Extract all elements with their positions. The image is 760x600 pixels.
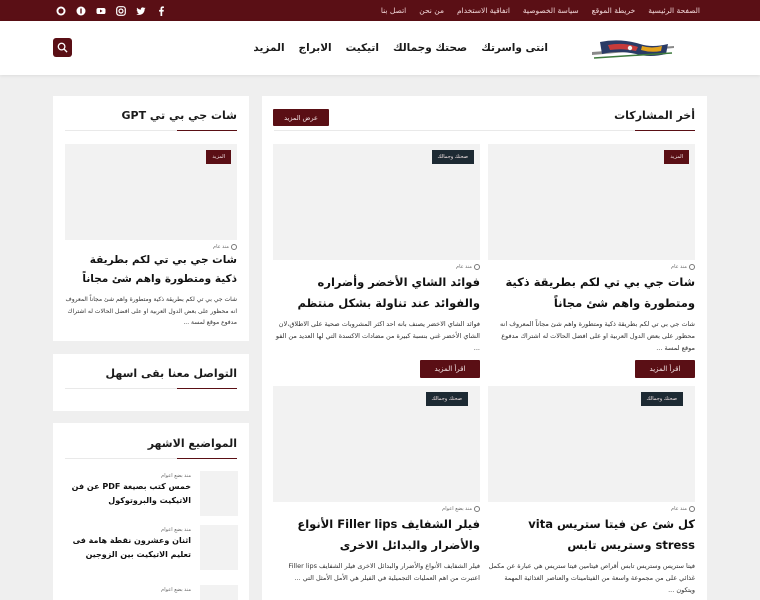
latest-posts-panel: أخر المشاركات عرض المزيد المزيد منذ عام …	[262, 96, 707, 600]
top-link-terms[interactable]: اتفاقية الاستخدام	[457, 6, 510, 15]
post-thumbnail[interactable]: صحتك وجمالك	[488, 386, 695, 502]
section-divider	[65, 388, 237, 389]
social-links	[56, 0, 166, 21]
post-thumbnail[interactable]: صحتك وجمالك	[273, 144, 480, 260]
nav-family[interactable]: انتى واسرتك	[481, 42, 548, 54]
view-more-button[interactable]: عرض المزيد	[273, 109, 329, 126]
widget-title: التواصل معنا بقى اسهل	[105, 367, 237, 380]
post-excerpt: فيلر الشفايف الأنواع والأضرار والبدائل ا…	[288, 562, 480, 582]
section-title: أخر المشاركات	[614, 109, 695, 122]
nav-health-beauty[interactable]: صحتك وجمالك	[393, 42, 467, 54]
post-excerpt: شات جي بي تي لكم بطريقة ذكية ومتطورة واه…	[65, 296, 237, 326]
site-header: انتى واسرتك صحتك وجمالك اتيكيت الابراج ا…	[0, 21, 760, 75]
widget-title: شات جي بي تي GPT	[121, 109, 237, 122]
section-divider	[65, 458, 237, 459]
post-thumbnail[interactable]: المزيد	[488, 144, 695, 260]
post-meta: منذ بضع اعوام	[161, 473, 191, 479]
post-title[interactable]: فيلر الشفايف Filler lips الأنواع والأضرا…	[273, 514, 480, 556]
post-excerpt: فيتا ستريس وستريس تابس أقراص فيتامين فيت…	[488, 562, 695, 594]
search-button[interactable]	[53, 38, 72, 57]
post-meta: منذ عام	[456, 264, 480, 270]
section-divider	[274, 130, 695, 131]
top-bar: الصفحة الرئيسية خريطة الموقع سياسة الخصو…	[0, 0, 760, 21]
post-tag[interactable]: صحتك وجمالك	[431, 150, 474, 164]
top-link-sitemap[interactable]: خريطة الموقع	[592, 6, 636, 15]
post-title[interactable]: شات جي بي تي لكم بطريقة ذكية ومتطورة واه…	[488, 272, 695, 314]
post-meta: منذ بضع اعوام	[161, 587, 191, 593]
clock-icon	[689, 506, 695, 512]
twitter-icon[interactable]	[136, 6, 146, 16]
popular-thumbnail[interactable]	[200, 471, 238, 516]
clock-icon	[474, 506, 480, 512]
pinterest-icon[interactable]	[76, 6, 86, 16]
post-excerpt: شات جي بي تي لكم بطريقة ذكية ومتطورة واه…	[500, 320, 695, 352]
post-meta: منذ عام	[671, 264, 695, 270]
whatsapp-icon[interactable]	[56, 6, 66, 16]
post-tag[interactable]: المزيد	[206, 150, 231, 164]
search-icon	[57, 42, 68, 53]
post-title[interactable]: كل شئ عن فيتا ستريس vita stress وستريس ت…	[488, 514, 695, 556]
post-title[interactable]: شات جي بي تي لكم بطريقة ذكية ومتطورة واه…	[65, 251, 237, 289]
read-more-button[interactable]: اقرأ المزيد	[635, 360, 695, 378]
main-nav: انتى واسرتك صحتك وجمالك اتيكيت الابراج ا…	[253, 21, 548, 75]
site-logo[interactable]	[590, 36, 676, 62]
top-link-about[interactable]: من نحن	[419, 6, 444, 15]
post-tag[interactable]: صحتك وجمالك	[640, 392, 683, 406]
instagram-icon[interactable]	[116, 5, 126, 16]
post-meta: منذ بضع اعوام	[442, 506, 480, 512]
popular-thumbnail[interactable]	[200, 525, 238, 570]
top-link-contact[interactable]: اتصل بنا	[381, 6, 406, 15]
widget-title: المواضيع الاشهر	[147, 437, 237, 450]
facebook-icon[interactable]	[156, 5, 166, 16]
post-tag[interactable]: صحتك وجمالك	[425, 392, 468, 406]
youtube-icon[interactable]	[96, 6, 106, 16]
post-tag[interactable]: المزيد	[664, 150, 689, 164]
popular-post-title[interactable]: خمس كتب بصيغة PDF عن فن الاتيكيت والبروت…	[61, 480, 191, 508]
top-link-home[interactable]: الصفحة الرئيسية	[648, 6, 700, 15]
post-title[interactable]: فوائد الشاي الأخضر وأضراره والفوائد عند …	[273, 272, 480, 314]
post-thumbnail[interactable]: المزيد	[65, 144, 237, 240]
section-divider	[65, 130, 237, 131]
top-link-privacy[interactable]: سياسة الخصوصية	[523, 6, 579, 15]
top-links: الصفحة الرئيسية خريطة الموقع سياسة الخصو…	[381, 0, 700, 21]
clock-icon	[474, 264, 480, 270]
clock-icon	[231, 244, 237, 250]
nav-more[interactable]: المزيد	[253, 42, 284, 54]
nav-etiquette[interactable]: اتيكيت	[346, 42, 379, 54]
post-meta: منذ عام	[671, 506, 695, 512]
sidebar-chat-widget: شات جي بي تي GPT المزيد منذ عام شات جي ب…	[53, 96, 249, 341]
popular-post-title[interactable]: اثنان وعشرون نقطة هامة فى تعليم الاتيكيت…	[61, 534, 191, 562]
post-excerpt: فوائد الشاي الاخضر يصنف بانه احد اكثر ال…	[275, 320, 480, 352]
post-meta: منذ بضع اعوام	[161, 527, 191, 533]
sidebar-contact-widget: التواصل معنا بقى اسهل	[53, 354, 249, 411]
post-thumbnail[interactable]: صحتك وجمالك	[273, 386, 480, 502]
post-meta: منذ عام	[213, 244, 237, 250]
nav-horoscopes[interactable]: الابراج	[299, 42, 332, 54]
read-more-button[interactable]: اقرأ المزيد	[420, 360, 480, 378]
sidebar-popular-widget: المواضيع الاشهر منذ بضع اعوام خمس كتب بص…	[53, 423, 249, 600]
popular-thumbnail[interactable]	[200, 585, 238, 600]
clock-icon	[689, 264, 695, 270]
